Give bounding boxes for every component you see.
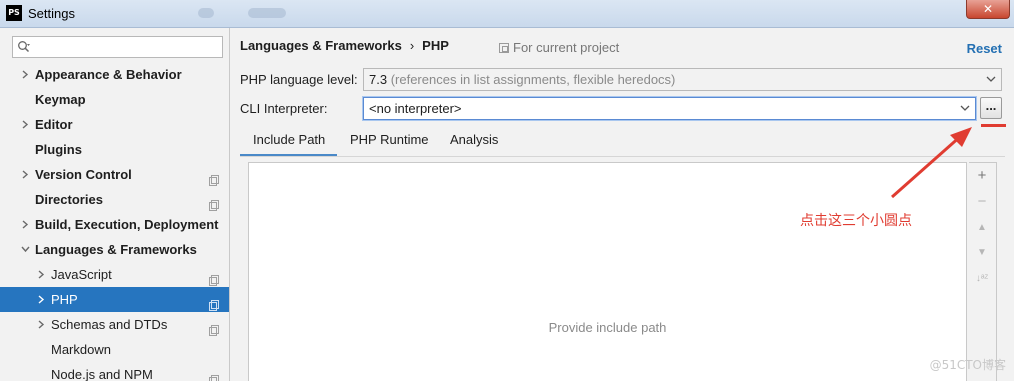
settings-search-input[interactable] xyxy=(12,36,223,58)
breadcrumb-current: PHP xyxy=(422,38,449,53)
project-scope-note: For current project xyxy=(499,40,619,55)
sidebar-item-label: Appearance & Behavior xyxy=(35,67,182,82)
php-language-level-value-wrap: 7.3 (references in list assignments, fle… xyxy=(369,72,675,87)
sidebar-item-directories[interactable]: Directories xyxy=(0,187,229,212)
cli-interpreter-label: CLI Interpreter: xyxy=(240,101,328,116)
annotation-arrow-icon xyxy=(891,127,972,199)
sidebar-item-node-js-and-npm[interactable]: Node.js and NPM xyxy=(0,362,229,381)
sidebar-item-schemas-and-dtds[interactable]: Schemas and DTDs xyxy=(0,312,229,337)
cli-interpreter-value: <no interpreter> xyxy=(369,101,462,116)
sidebar-item-label: Directories xyxy=(35,192,103,207)
chevron-right-icon[interactable] xyxy=(19,62,31,87)
tab-php-runtime[interactable]: PHP Runtime xyxy=(350,127,429,157)
breadcrumb-parent[interactable]: Languages & Frameworks xyxy=(240,38,402,53)
chevron-down-icon xyxy=(960,105,970,111)
sidebar-item-php[interactable]: PHP xyxy=(0,287,229,312)
php-language-level-select[interactable]: 7.3 (references in list assignments, fle… xyxy=(363,68,1002,91)
sidebar-item-languages-frameworks[interactable]: Languages & Frameworks xyxy=(0,237,229,262)
tab-analysis[interactable]: Analysis xyxy=(450,127,498,157)
php-language-level-label: PHP language level: xyxy=(240,72,358,87)
browse-interpreters-button[interactable]: ... xyxy=(980,97,1002,119)
chevron-right-icon[interactable] xyxy=(19,162,31,187)
chevron-right-icon[interactable] xyxy=(19,112,31,137)
project-level-icon xyxy=(209,194,219,211)
project-level-icon xyxy=(209,269,219,286)
breadcrumb: Languages & Frameworks › PHP xyxy=(240,38,449,53)
cli-interpreter-select[interactable]: <no interpreter> xyxy=(363,97,976,120)
project-level-icon xyxy=(209,319,219,336)
blurred-background-text xyxy=(198,8,214,18)
sidebar-item-label: Node.js and NPM xyxy=(51,367,153,381)
reset-link[interactable]: Reset xyxy=(967,41,1002,56)
tab-include-path[interactable]: Include Path xyxy=(240,127,337,157)
sidebar-item-label: Build, Execution, Deployment xyxy=(35,217,219,232)
chevron-right-icon[interactable] xyxy=(35,262,47,287)
sidebar-item-label: Keymap xyxy=(35,92,86,107)
sidebar-item-javascript[interactable]: JavaScript xyxy=(0,262,229,287)
sidebar-item-editor[interactable]: Editor xyxy=(0,112,229,137)
chevron-right-icon[interactable] xyxy=(35,287,47,312)
close-window-button[interactable]: ✕ xyxy=(966,0,1010,19)
sort-az-icon[interactable]: ↓ᵃᶻ xyxy=(974,271,990,287)
project-level-icon xyxy=(209,369,219,381)
sidebar-item-label: JavaScript xyxy=(51,267,112,282)
window-title: Settings xyxy=(28,6,75,21)
phpstorm-app-icon: PS xyxy=(6,5,22,21)
blurred-background-text xyxy=(248,8,286,18)
include-path-empty-text: Provide include path xyxy=(548,320,667,335)
chevron-down-icon xyxy=(986,76,996,82)
sidebar-item-plugins[interactable]: Plugins xyxy=(0,137,229,162)
sidebar-item-label: Version Control xyxy=(35,167,132,182)
sidebar-item-version-control[interactable]: Version Control xyxy=(0,162,229,187)
annotation-underline-mark xyxy=(981,124,1006,127)
sidebar-item-label: Markdown xyxy=(51,342,111,357)
sidebar-item-label: Editor xyxy=(35,117,73,132)
sidebar-item-label: Plugins xyxy=(35,142,82,157)
project-level-icon xyxy=(209,294,219,311)
chevron-right-icon[interactable] xyxy=(35,312,47,337)
chevron-down-icon[interactable] xyxy=(19,237,31,262)
chevron-right-icon[interactable] xyxy=(19,212,31,237)
sidebar-item-markdown[interactable]: Markdown xyxy=(0,337,229,362)
project-scope-icon xyxy=(499,43,509,53)
sidebar-item-label: PHP xyxy=(51,292,78,307)
move-up-icon[interactable]: ▲ xyxy=(974,220,990,236)
settings-sidebar: Appearance & Behavior Keymap Editor Plugins… xyxy=(0,28,230,381)
sidebar-item-label: Schemas and DTDs xyxy=(51,317,168,332)
search-icon xyxy=(18,41,30,53)
sidebar-item-label: Languages & Frameworks xyxy=(35,242,197,257)
window-title-bar: PS Settings ✕ xyxy=(0,0,1014,28)
sidebar-item-appearance-behavior[interactable]: Appearance & Behavior xyxy=(0,62,229,87)
sidebar-item-build-execution-deployment[interactable]: Build, Execution, Deployment xyxy=(0,212,229,237)
project-level-icon xyxy=(209,169,219,186)
php-language-level-value: 7.3 xyxy=(369,72,388,87)
include-path-list[interactable]: Provide include path xyxy=(248,162,967,381)
move-down-icon[interactable]: ▼ xyxy=(974,245,990,261)
php-language-level-hint: (references in list assignments, flexibl… xyxy=(390,72,676,87)
breadcrumb-separator: › xyxy=(409,38,415,53)
watermark-text: @51CTO博客 xyxy=(929,358,1006,372)
scope-text: For current project xyxy=(513,40,620,55)
annotation-text: 点击这三个小圆点 xyxy=(800,213,912,229)
settings-tree: Appearance & Behavior Keymap Editor Plugins… xyxy=(0,62,229,381)
sidebar-item-keymap[interactable]: Keymap xyxy=(0,87,229,112)
